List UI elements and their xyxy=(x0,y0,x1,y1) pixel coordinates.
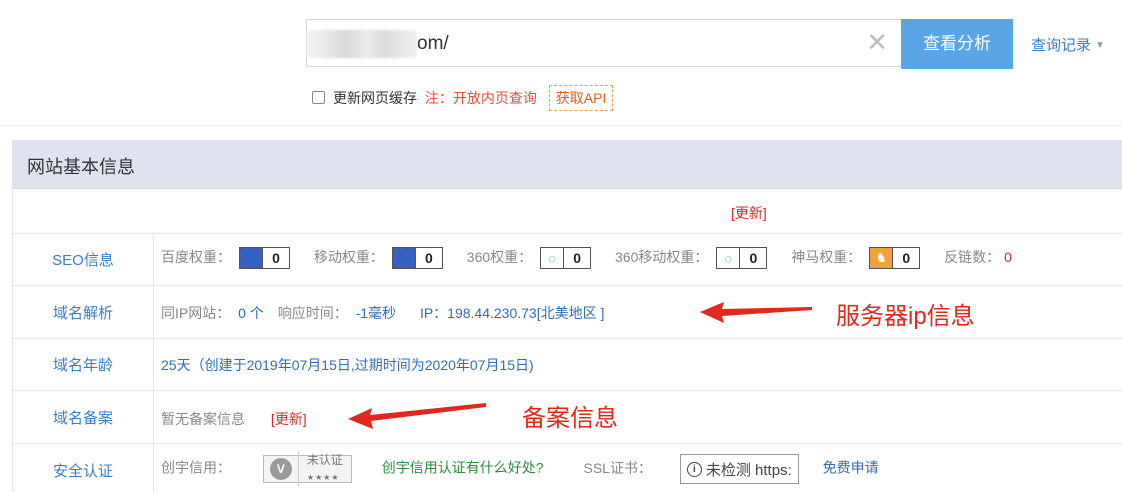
shenma-weight-value: 0 xyxy=(892,248,920,269)
dns-content: 同IP网站： 0 个 响应时间： -1毫秒 IP：198.44.230.73[北… xyxy=(161,303,604,323)
free-apply-link[interactable]: 免费申请 xyxy=(823,460,879,476)
domain-age-text: 25天（创建于2019年07月15日,过期时间为2020年07月15日) xyxy=(161,357,534,373)
chuangyu-cert-badge[interactable]: V 未认证 ★★★★ xyxy=(262,452,352,486)
panel-title: 网站基本信息 xyxy=(27,157,135,177)
mobile-weight-label: 移动权重： xyxy=(313,249,384,265)
cert-text: 未认证 ★★★★ xyxy=(297,452,351,486)
update-row: [更新] xyxy=(13,189,1122,234)
verified-v-icon: V xyxy=(269,458,292,480)
backlinks-label: 反链数： xyxy=(944,249,1001,265)
update-cache-checkbox[interactable] xyxy=(312,91,325,104)
response-time-label: 响应时间： xyxy=(277,305,348,321)
inner-page-note[interactable]: 注：开放内页查询 xyxy=(425,90,537,106)
security-label: 安全认证 xyxy=(52,463,113,480)
divider xyxy=(153,339,154,390)
paw-icon: 🐾 xyxy=(392,248,415,269)
dns-label: 域名解析 xyxy=(52,305,113,322)
security-content: 创宇信用： V 未认证 ★★★★ 创宇信用认证有什么好处? SSL证书： i 未检测… xyxy=(161,452,879,486)
r360-weight-value: 0 xyxy=(563,248,591,269)
divider xyxy=(153,391,154,443)
baidu-weight-value: 0 xyxy=(262,248,289,269)
divider xyxy=(153,286,154,338)
update-cache-label: 更新网页缓存 xyxy=(333,90,417,106)
baidu-weight-badge[interactable]: 🐾 0 xyxy=(239,247,290,270)
icp-content: 暂无备案信息 [更新] xyxy=(161,409,307,429)
analyze-button[interactable]: 查看分析 xyxy=(901,19,1013,69)
response-time-value: -1毫秒 xyxy=(355,305,397,321)
backlinks-value[interactable]: 0 xyxy=(1004,249,1012,265)
redacted-url-blur xyxy=(307,30,417,58)
r360m-weight-label: 360移动权重： xyxy=(615,249,709,265)
ring-icon: ◌ xyxy=(717,248,740,269)
security-row: 安全认证 创宇信用： V 未认证 ★★★★ 创宇信用认证有什么好处? SSL证书：… xyxy=(13,444,1122,492)
https-check-badge[interactable]: i 未检测 https: xyxy=(679,454,799,484)
same-ip-value[interactable]: 0 个 xyxy=(238,305,264,321)
shenma-weight-badge[interactable]: ♞ 0 xyxy=(869,247,921,270)
age-row: 域名年龄 25天（创建于2019年07月15日,过期时间为2020年07月15日… xyxy=(13,339,1122,391)
horse-icon: ♞ xyxy=(870,248,893,269)
search-value: om/ xyxy=(417,33,449,54)
info-icon: i xyxy=(686,461,702,477)
seo-label: SEO信息 xyxy=(52,252,114,269)
mobile-weight-value: 0 xyxy=(414,248,442,269)
paw-icon: 🐾 xyxy=(240,248,262,269)
seo-row: SEO信息 百度权重： 🐾 0 移动权重： 🐾 0 360权重： ◌ 0 360移动权重： ◌… xyxy=(13,234,1122,286)
get-api-button[interactable]: 获取API xyxy=(548,85,614,111)
seo-content: 百度权重： 🐾 0 移动权重： 🐾 0 360权重： ◌ 0 360移动权重： ◌ 0 神马权重… xyxy=(161,247,1012,270)
icp-label: 域名备案 xyxy=(52,410,113,427)
ip-info[interactable]: IP：198.44.230.73[北美地区 ] xyxy=(420,305,604,321)
baidu-weight-label: 百度权重： xyxy=(161,249,231,265)
search-input[interactable]: om/ ✕ xyxy=(306,19,902,67)
divider xyxy=(153,234,154,285)
panel-header: 网站基本信息 xyxy=(13,140,1122,189)
annotation-icp: 备案信息 xyxy=(522,405,618,432)
shenma-weight-label: 神马权重： xyxy=(791,249,862,265)
mobile-weight-badge[interactable]: 🐾 0 xyxy=(391,247,443,270)
r360-weight-badge[interactable]: ◌ 0 xyxy=(540,247,592,270)
icp-update-link[interactable]: [更新] xyxy=(271,411,307,427)
update-link[interactable]: [更新] xyxy=(731,203,767,223)
https-badge-text: 未检测 https: xyxy=(705,461,792,479)
query-history-dropdown[interactable]: 查询记录 ▼ xyxy=(1031,34,1105,55)
icp-text: 暂无备案信息 xyxy=(161,411,245,427)
r360m-weight-badge[interactable]: ◌ 0 xyxy=(716,247,768,270)
same-ip-label: 同IP网站： xyxy=(161,305,231,321)
ssl-label: SSL证书： xyxy=(583,459,652,476)
age-label: 域名年龄 xyxy=(52,357,113,374)
annotation-server-ip: 服务器ip信息 xyxy=(836,303,975,330)
chuangyu-label: 创宇信用： xyxy=(161,459,231,476)
r360m-weight-value: 0 xyxy=(739,248,767,269)
cert-benefit-link[interactable]: 创宇信用认证有什么好处? xyxy=(382,460,544,476)
caret-down-icon: ▼ xyxy=(1095,40,1105,51)
divider xyxy=(153,444,154,492)
query-history-label: 查询记录 xyxy=(1031,37,1092,54)
r360-weight-label: 360权重： xyxy=(466,249,533,265)
options-row: 更新网页缓存 注：开放内页查询 获取API xyxy=(312,85,614,111)
ring-icon: ◌ xyxy=(541,248,564,269)
clear-icon[interactable]: ✕ xyxy=(866,29,888,55)
divider xyxy=(0,125,1122,126)
